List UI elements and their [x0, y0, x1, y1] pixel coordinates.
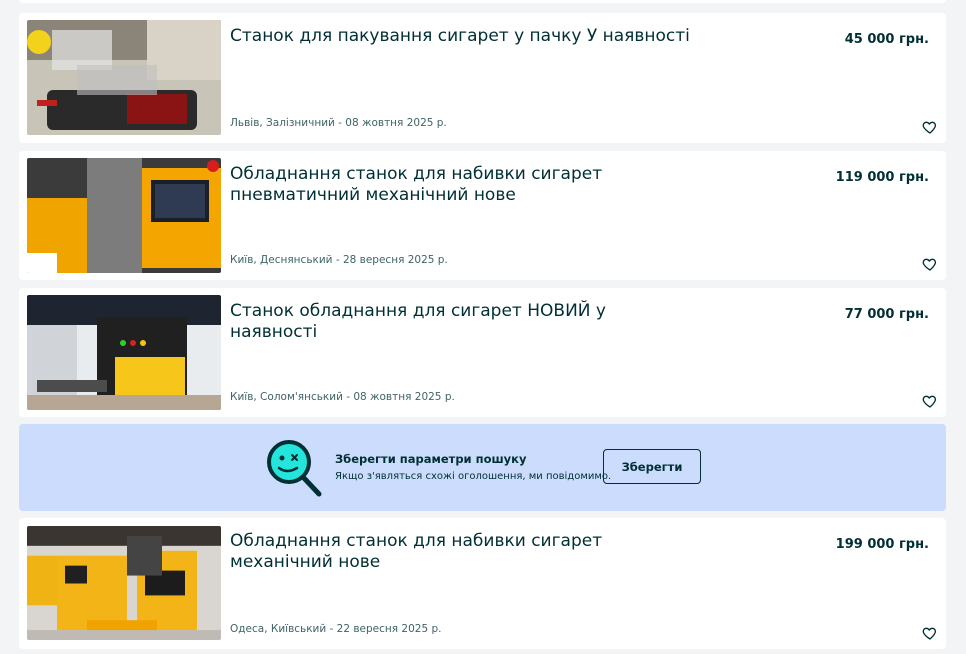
search-face-icon [264, 438, 326, 498]
previous-card-edge [19, 0, 946, 3]
listing-card[interactable]: Обладнання станок для набивки сигарет ме… [19, 518, 946, 649]
listing-card[interactable]: Станок обладнання для сигарет НОВИЙ у на… [19, 288, 946, 417]
heart-outline-icon[interactable] [922, 119, 938, 135]
listing-photo[interactable] [27, 20, 221, 135]
listing-photo[interactable] [27, 158, 221, 273]
save-search-title: Зберегти параметри пошуку [335, 452, 527, 466]
heart-outline-icon[interactable] [922, 256, 938, 272]
save-search-button[interactable]: Зберегти [603, 449, 701, 484]
listing-title[interactable]: Станок обладнання для сигарет НОВИЙ у на… [230, 301, 610, 343]
listing-title[interactable]: Обладнання станок для набивки сигарет ме… [230, 531, 610, 573]
listing-photo[interactable] [27, 526, 221, 640]
listing-title[interactable]: Станок для пакування сигарет у пачку У н… [230, 26, 690, 47]
listing-price: 119 000 грн. [835, 170, 929, 185]
listings-page: Станок для пакування сигарет у пачку У н… [0, 0, 966, 654]
listing-price: 199 000 грн. [835, 537, 929, 552]
save-search-subtitle: Якщо з'являться схожі оголошення, ми пов… [335, 471, 612, 482]
heart-outline-icon[interactable] [922, 625, 938, 641]
listing-card[interactable]: Обладнання станок для набивки сигарет пн… [19, 151, 946, 280]
save-search-banner: Зберегти параметри пошуку Якщо з'являтьс… [19, 424, 946, 511]
listing-title[interactable]: Обладнання станок для набивки сигарет пн… [230, 164, 610, 206]
listing-price: 45 000 грн. [844, 32, 929, 47]
listing-location-date: Львів, Залізничний - 08 жовтня 2025 р. [230, 117, 447, 129]
listing-location-date: Одеса, Київський - 22 вересня 2025 р. [230, 623, 442, 635]
listing-card[interactable]: Станок для пакування сигарет у пачку У н… [19, 13, 946, 143]
listing-location-date: Київ, Деснянський - 28 вересня 2025 р. [230, 254, 448, 266]
listing-price: 77 000 грн. [844, 307, 929, 322]
listing-photo[interactable] [27, 295, 221, 410]
heart-outline-icon[interactable] [922, 393, 938, 409]
listing-location-date: Київ, Солом'янський - 08 жовтня 2025 р. [230, 391, 455, 403]
